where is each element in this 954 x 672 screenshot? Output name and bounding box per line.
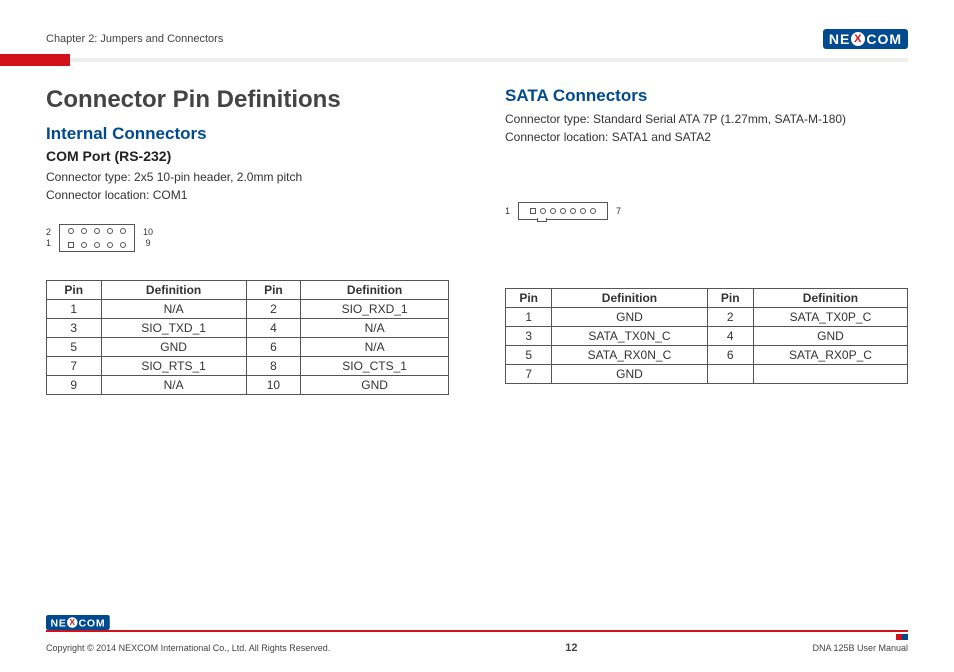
sata-connector-type: Connector type: Standard Serial ATA 7P (…	[505, 110, 908, 128]
table-row: 9N/A10GND	[47, 376, 449, 395]
th-def: Definition	[101, 281, 246, 300]
table-row: 5SATA_RX0N_C6SATA_RX0P_C	[506, 346, 908, 365]
logo-text-left: NE	[829, 31, 850, 47]
th-pin: Pin	[707, 289, 753, 308]
page-title: Connector Pin Definitions	[46, 86, 449, 114]
sata-diagram-label-r: 7	[616, 206, 621, 217]
sata-pin-table: Pin Definition Pin Definition 1GND2SATA_…	[505, 288, 908, 384]
copyright-text: Copyright © 2014 NEXCOM International Co…	[46, 643, 330, 653]
com-connector-location: Connector location: COM1	[46, 186, 449, 204]
chapter-title: Chapter 2: Jumpers and Connectors	[46, 33, 223, 45]
th-def: Definition	[301, 281, 449, 300]
com-pin-table: Pin Definition Pin Definition 1N/A2SIO_R…	[46, 280, 449, 395]
th-def: Definition	[753, 289, 907, 308]
nexcom-logo-footer: NE X COM	[46, 615, 110, 630]
manual-name: DNA 125B User Manual	[812, 643, 908, 653]
com-diagram-label-br: 9	[143, 238, 153, 249]
table-row: 1GND2SATA_TX0P_C	[506, 308, 908, 327]
th-pin: Pin	[47, 281, 102, 300]
table-row: 7GND	[506, 365, 908, 384]
footer-dots-icon	[896, 634, 908, 640]
nexcom-logo: NE X COM	[823, 29, 908, 49]
com-diagram-label-tr: 10	[143, 227, 153, 238]
table-row: 3SATA_TX0N_C4GND	[506, 327, 908, 346]
header-ribbon	[46, 58, 908, 62]
section-com-port: COM Port (RS-232)	[46, 148, 449, 164]
th-def: Definition	[552, 289, 707, 308]
com-connector-type: Connector type: 2x5 10-pin header, 2.0mm…	[46, 168, 449, 186]
th-pin: Pin	[506, 289, 552, 308]
com-diagram-label-tl: 2	[46, 227, 51, 238]
logo-x-icon: X	[851, 32, 865, 46]
sata-diagram-label-l: 1	[505, 206, 510, 217]
sata-diagram: 1 7	[505, 202, 908, 220]
section-sata-connectors: SATA Connectors	[505, 86, 908, 106]
table-row: 7SIO_RTS_18SIO_CTS_1	[47, 357, 449, 376]
sata-connector-location: Connector location: SATA1 and SATA2	[505, 128, 908, 146]
com-diagram: 2 1 10 9	[46, 224, 449, 252]
com-diagram-label-bl: 1	[46, 238, 51, 249]
table-row: 1N/A2SIO_RXD_1	[47, 300, 449, 319]
table-row: 3SIO_TXD_14N/A	[47, 319, 449, 338]
section-internal-connectors: Internal Connectors	[46, 124, 449, 144]
th-pin: Pin	[246, 281, 301, 300]
page-number: 12	[330, 642, 812, 654]
table-row: 5GND6N/A	[47, 338, 449, 357]
logo-text-right: COM	[866, 31, 902, 47]
